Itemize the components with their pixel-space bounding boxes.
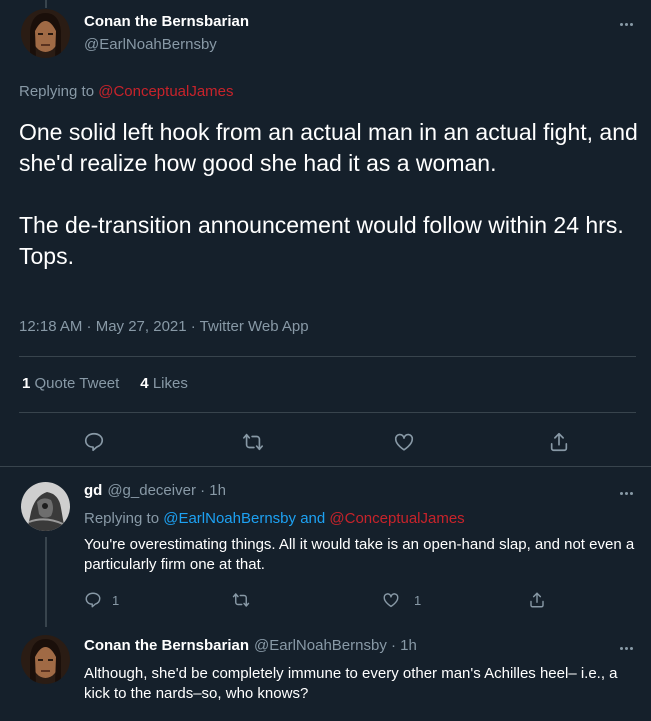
thread-connector-top bbox=[45, 0, 47, 8]
replying-prefix: Replying to bbox=[19, 83, 95, 100]
tweet-stats: 1 Quote Tweet 4 Likes bbox=[22, 375, 188, 392]
retweet-button[interactable] bbox=[242, 431, 264, 453]
share-button[interactable] bbox=[528, 591, 546, 609]
more-icon[interactable] bbox=[616, 19, 636, 29]
reply-button[interactable] bbox=[83, 431, 105, 453]
like-icon bbox=[394, 433, 414, 451]
timestamp[interactable]: 12:18 AM · May 27, 2021 · Twitter Web Ap… bbox=[19, 318, 309, 335]
author-handle[interactable]: @EarlNoahBernsby bbox=[84, 36, 217, 53]
avatar[interactable] bbox=[21, 9, 70, 58]
divider bbox=[0, 466, 651, 467]
author-meta[interactable]: @EarlNoahBernsby · 1h bbox=[254, 637, 417, 654]
avatar[interactable] bbox=[21, 482, 70, 531]
more-icon[interactable] bbox=[616, 488, 636, 498]
reply-text: You're overestimating things. All it wou… bbox=[84, 536, 635, 573]
tweet-paragraph-2: The de-transition announcement would fol… bbox=[19, 212, 624, 269]
quote-tweets-link[interactable]: 1 Quote Tweet bbox=[22, 375, 119, 392]
divider bbox=[19, 412, 636, 413]
like-icon bbox=[383, 593, 399, 608]
author-meta[interactable]: @g_deceiver · 1h bbox=[107, 482, 226, 499]
thread-connector bbox=[45, 537, 47, 627]
tweet-paragraph-1: One solid left hook from an actual man i… bbox=[19, 119, 638, 176]
like-count: 1 bbox=[414, 592, 422, 608]
replying-to: Replying to @EarlNoahBernsby and @Concep… bbox=[84, 510, 465, 527]
mention-link[interactable]: @ConceptualJames bbox=[329, 510, 464, 527]
retweet-icon bbox=[232, 593, 250, 607]
tweet-text: One solid left hook from an actual man i… bbox=[19, 117, 639, 272]
replying-prefix: Replying to bbox=[84, 510, 160, 527]
author-name[interactable]: Conan the Bernsbarian bbox=[84, 637, 249, 654]
retweet-button[interactable] bbox=[232, 591, 250, 609]
replying-and: and bbox=[300, 510, 326, 527]
like-button[interactable] bbox=[393, 431, 415, 453]
retweet-icon bbox=[243, 433, 263, 451]
reply-header: Conan the Bernsbarian @EarlNoahBernsby ·… bbox=[84, 637, 417, 654]
author-name[interactable]: gd bbox=[84, 482, 102, 499]
mention-link[interactable]: @EarlNoahBernsby bbox=[163, 510, 296, 527]
reply-icon bbox=[84, 432, 104, 452]
mention-link[interactable]: @ConceptualJames bbox=[98, 83, 233, 100]
author-name[interactable]: Conan the Bernsbarian bbox=[84, 13, 249, 30]
reply-icon bbox=[85, 592, 101, 608]
reply-button[interactable]: 1 bbox=[84, 591, 119, 609]
reply-header: gd @g_deceiver · 1h bbox=[84, 482, 226, 499]
likes-link[interactable]: 4 Likes bbox=[140, 375, 188, 392]
like-button[interactable]: 1 bbox=[382, 591, 421, 609]
reply-text: Although, she'd be completely immune to … bbox=[84, 665, 618, 702]
more-icon[interactable] bbox=[616, 643, 636, 653]
replying-to: Replying to @ConceptualJames bbox=[19, 83, 234, 100]
avatar[interactable] bbox=[21, 635, 70, 684]
divider bbox=[19, 356, 636, 357]
share-icon bbox=[550, 432, 568, 452]
share-icon bbox=[530, 592, 544, 608]
reply-count: 1 bbox=[112, 592, 120, 608]
share-button[interactable] bbox=[548, 431, 570, 453]
